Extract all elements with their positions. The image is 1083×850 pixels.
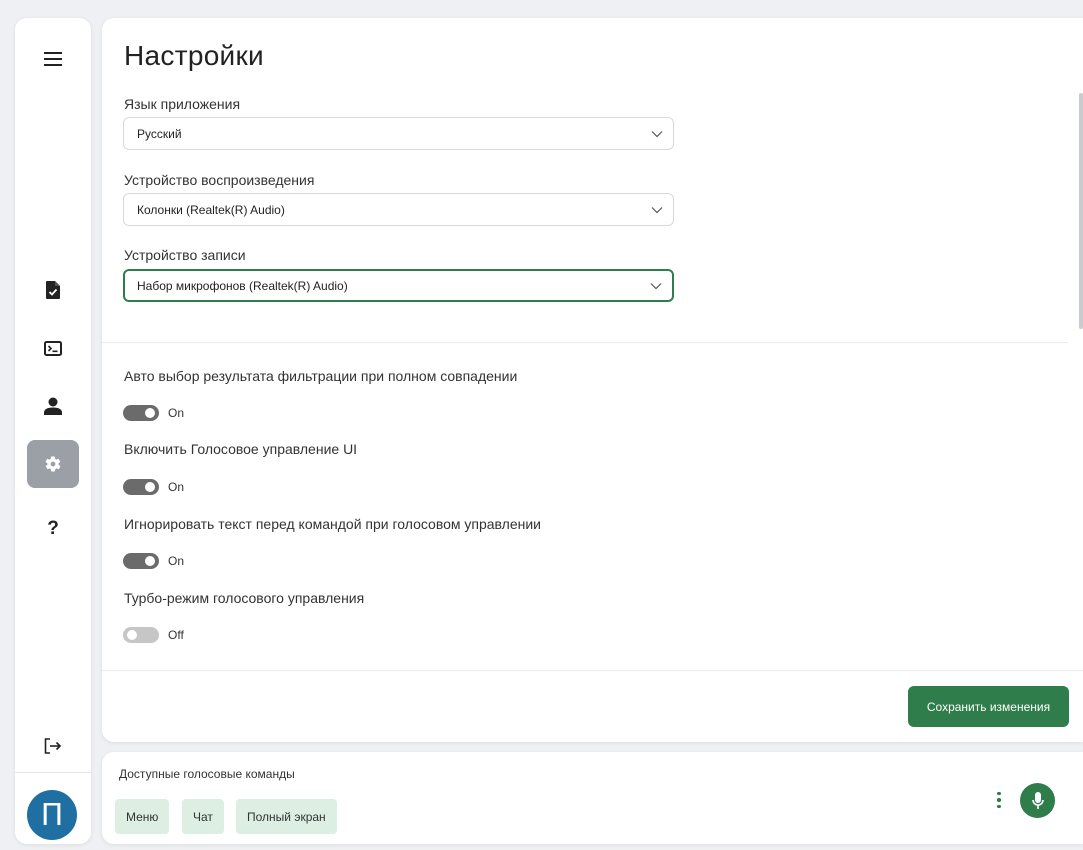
voice-command-chip[interactable]: Чат xyxy=(182,799,224,834)
page-title: Настройки xyxy=(124,40,264,71)
ignore-prefix-toggle[interactable] xyxy=(123,553,159,569)
terminal-icon xyxy=(44,340,62,356)
settings-panel: Настройки Язык приложения Русский Устрой… xyxy=(102,18,1083,742)
playback-device-label: Устройство воспроизведения xyxy=(124,172,315,188)
kebab-dot xyxy=(997,791,1001,796)
document-check-icon xyxy=(46,281,60,299)
logout-icon xyxy=(44,738,62,754)
kebab-dot xyxy=(997,798,1001,802)
sidebar-item-terminal[interactable] xyxy=(27,324,79,372)
sidebar-item-settings[interactable] xyxy=(27,440,79,488)
turbo-mode-label: Турбо-режим голосового управления xyxy=(124,590,365,606)
app: ? П Настройки Язык приложения Русский Ус… xyxy=(0,0,1083,850)
auto-select-state: On xyxy=(168,406,185,420)
footer-divider xyxy=(102,670,1083,671)
app-language-label: Язык приложения xyxy=(124,96,241,112)
toggle-knob xyxy=(127,630,137,640)
ignore-prefix-label: Игнорировать текст перед командой при го… xyxy=(124,516,541,532)
microphone-icon xyxy=(1031,791,1044,809)
toggle-knob xyxy=(145,408,155,418)
auto-select-toggle[interactable] xyxy=(123,405,159,421)
sidebar: ? П xyxy=(15,18,91,844)
toggle-knob xyxy=(145,556,155,566)
voice-ui-state: On xyxy=(168,480,185,494)
sidebar-item-documents[interactable] xyxy=(27,266,79,314)
save-button[interactable]: Сохранить изменения xyxy=(908,686,1069,727)
voice-command-chip[interactable]: Меню xyxy=(115,799,170,834)
kebab-dot xyxy=(997,804,1001,809)
chevron-down-icon xyxy=(651,206,663,213)
ignore-prefix-state: On xyxy=(168,554,185,568)
toggle-knob xyxy=(145,482,155,492)
voice-command-chip[interactable]: Полный экран xyxy=(236,799,337,834)
avatar[interactable]: П xyxy=(27,790,77,840)
chevron-down-icon xyxy=(650,282,662,289)
voice-commands-panel: Доступные голосовые команды Меню Чат Пол… xyxy=(102,752,1083,844)
voice-ui-toggle[interactable] xyxy=(123,479,159,495)
chevron-down-icon xyxy=(651,130,663,137)
turbo-mode-toggle[interactable] xyxy=(123,627,159,643)
voice-ui-label: Включить Голосовое управление UI xyxy=(124,441,358,457)
menu-button[interactable] xyxy=(27,35,79,83)
menu-icon xyxy=(44,52,62,66)
playback-device-value: Колонки (Realtek(R) Audio) xyxy=(137,202,285,217)
app-language-select[interactable]: Русский xyxy=(123,117,674,150)
recording-device-label: Устройство записи xyxy=(124,247,246,263)
user-icon xyxy=(44,397,62,415)
help-icon: ? xyxy=(47,518,59,539)
sidebar-item-help[interactable]: ? xyxy=(27,505,79,553)
sidebar-item-profile[interactable] xyxy=(27,382,79,430)
gear-icon xyxy=(45,456,61,472)
more-options-button[interactable] xyxy=(992,788,1006,812)
playback-device-select[interactable]: Колонки (Realtek(R) Audio) xyxy=(123,193,674,226)
app-language-value: Русский xyxy=(137,126,182,141)
recording-device-value: Набор микрофонов (Realtek(R) Audio) xyxy=(137,278,348,293)
microphone-button[interactable] xyxy=(1020,783,1055,818)
scrollbar-thumb[interactable] xyxy=(1079,93,1083,329)
sidebar-divider xyxy=(15,772,91,773)
section-divider xyxy=(102,342,1068,343)
auto-select-label: Авто выбор результата фильтрации при пол… xyxy=(124,368,518,384)
voice-commands-title: Доступные голосовые команды xyxy=(119,767,295,781)
turbo-mode-state: Off xyxy=(168,628,184,642)
recording-device-select[interactable]: Набор микрофонов (Realtek(R) Audio) xyxy=(123,269,674,302)
logout-button[interactable] xyxy=(27,722,79,770)
